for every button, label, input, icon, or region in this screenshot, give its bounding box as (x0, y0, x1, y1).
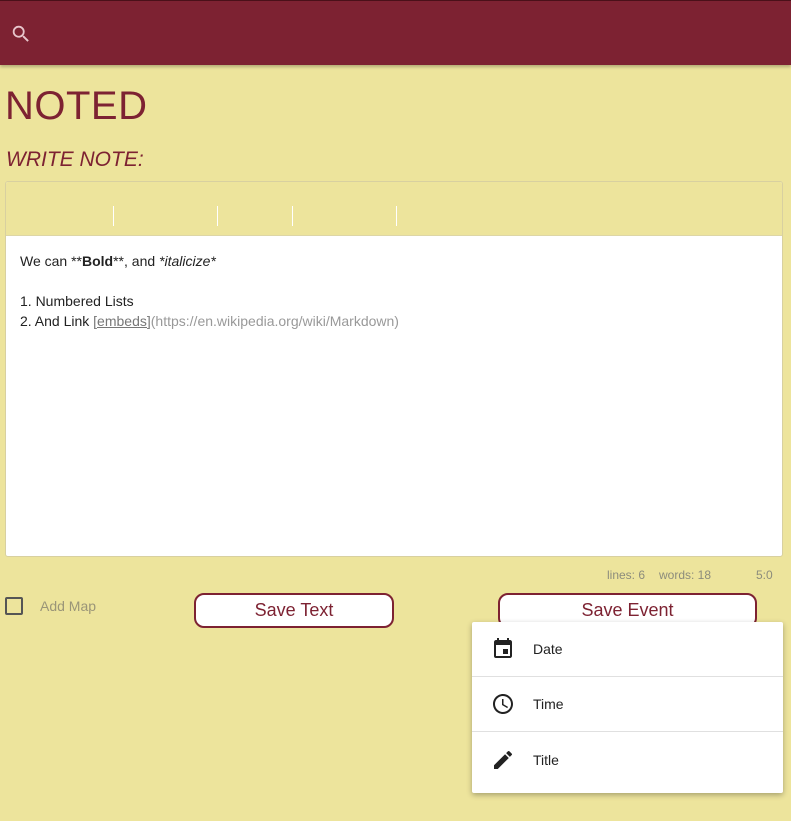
toolbar-divider (113, 206, 114, 226)
save-text-button[interactable]: Save Text (194, 593, 394, 628)
pencil-icon (491, 748, 515, 772)
event-menu: Date Time Title (472, 622, 783, 793)
italic-text: *italicize* (159, 253, 216, 269)
menu-item-time[interactable]: Time (472, 677, 783, 732)
menu-item-title[interactable]: Title (472, 732, 783, 787)
status-words: words: 18 (659, 568, 712, 582)
bold-text: Bold (82, 253, 114, 269)
text-segment: 2. And Link (20, 313, 94, 329)
text-segment: We can ** (20, 253, 82, 269)
editor-line: 2. And Link [embeds](https://en.wikipedi… (20, 311, 768, 331)
editor-toolbar (6, 182, 782, 236)
app-title: NOTED (5, 84, 148, 128)
editor-line: 1. Numbered Lists (20, 293, 134, 309)
write-note-label: WRITE NOTE: (6, 148, 144, 171)
search-icon (12, 25, 29, 42)
add-map-label: Add Map (40, 598, 97, 614)
app-header (0, 0, 791, 65)
calendar-icon (491, 637, 515, 661)
text-segment: **, and (113, 253, 160, 269)
status-cursor: 5:0 (756, 568, 773, 582)
link-text[interactable]: [embeds] (93, 313, 151, 329)
menu-item-date[interactable]: Date (472, 622, 783, 677)
link-url: (https://en.wikipedia.org/wiki/Markdown) (150, 313, 399, 329)
menu-item-label: Time (533, 696, 564, 712)
markdown-editor[interactable]: We can **Bold**, and *italicize* 1. Numb… (5, 181, 783, 557)
menu-item-label: Title (533, 751, 559, 768)
menu-item-label: Date (533, 641, 563, 657)
editor-line: We can **Bold**, and *italicize* (20, 251, 768, 271)
toolbar-divider (217, 206, 218, 226)
status-lines: lines: 6 (607, 568, 646, 582)
add-map-option: Add Map (5, 597, 96, 615)
clock-icon (491, 692, 515, 716)
toolbar-divider (292, 206, 293, 226)
editor-text-area[interactable]: We can **Bold**, and *italicize* 1. Numb… (6, 236, 782, 346)
add-map-checkbox[interactable] (5, 597, 23, 615)
toolbar-divider (396, 206, 397, 226)
search-button[interactable] (8, 21, 34, 47)
